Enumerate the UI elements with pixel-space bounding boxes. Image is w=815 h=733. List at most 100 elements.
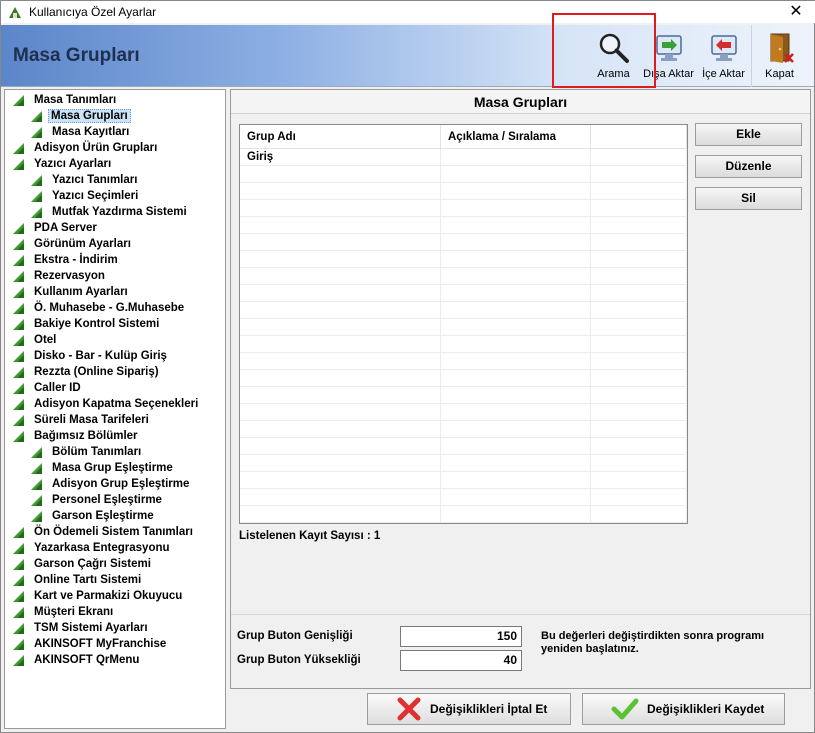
- tree-item[interactable]: Yazıcı Tanımları: [5, 172, 225, 188]
- column-header-extra[interactable]: [591, 125, 687, 148]
- tree-node-triangle-icon: [31, 446, 42, 458]
- table-cell: [441, 336, 591, 352]
- close-button[interactable]: Kapat: [752, 25, 807, 87]
- height-input[interactable]: 40: [400, 650, 522, 671]
- tree-item[interactable]: Ön Ödemeli Sistem Tanımları: [5, 524, 225, 540]
- table-row[interactable]: [240, 336, 687, 353]
- table-row[interactable]: [240, 251, 687, 268]
- tree-node-triangle-icon: [13, 398, 24, 410]
- tree-item[interactable]: Yazarkasa Entegrasyonu: [5, 540, 225, 556]
- tree-item[interactable]: Garson Eşleştirme: [5, 508, 225, 524]
- table-row[interactable]: [240, 370, 687, 387]
- search-button[interactable]: Arama: [586, 25, 641, 87]
- tree-item[interactable]: Bağımsız Bölümler: [5, 428, 225, 444]
- groups-grid[interactable]: Grup Adı Açıklama / Sıralama Giriş: [239, 124, 688, 524]
- tree-item[interactable]: Ö. Muhasebe - G.Muhasebe: [5, 300, 225, 316]
- table-row[interactable]: [240, 438, 687, 455]
- tree-item-label: Adisyon Grup Eşleştirme: [52, 478, 190, 490]
- import-button[interactable]: İçe Aktar: [696, 25, 751, 87]
- import-button-label: İçe Aktar: [702, 68, 745, 80]
- column-header-description[interactable]: Açıklama / Sıralama: [441, 125, 591, 148]
- tree-item[interactable]: Masa Kayıtları: [5, 124, 225, 140]
- table-row[interactable]: [240, 234, 687, 251]
- table-cell: [441, 200, 591, 216]
- tree-item[interactable]: Otel: [5, 332, 225, 348]
- table-cell: [240, 387, 441, 403]
- tree-node-triangle-icon: [13, 222, 24, 234]
- table-row[interactable]: Giriş: [240, 149, 687, 166]
- tree-item[interactable]: Görünüm Ayarları: [5, 236, 225, 252]
- table-row[interactable]: [240, 472, 687, 489]
- table-row[interactable]: [240, 319, 687, 336]
- table-row[interactable]: [240, 506, 687, 523]
- tree-item-label: Caller ID: [34, 382, 81, 394]
- tree-item[interactable]: TSM Sistemi Ayarları: [5, 620, 225, 636]
- table-cell: [591, 387, 687, 403]
- table-cell: [240, 268, 441, 284]
- tree-item[interactable]: Mutfak Yazdırma Sistemi: [5, 204, 225, 220]
- tree-item[interactable]: AKINSOFT QrMenu: [5, 652, 225, 668]
- delete-button[interactable]: Sil: [695, 187, 802, 210]
- table-cell: [240, 336, 441, 352]
- save-changes-button[interactable]: Değişiklikleri Kaydet: [582, 693, 785, 725]
- tree-item[interactable]: Bölüm Tanımları: [5, 444, 225, 460]
- table-row[interactable]: [240, 268, 687, 285]
- tree-item[interactable]: PDA Server: [5, 220, 225, 236]
- table-row[interactable]: [240, 302, 687, 319]
- table-row[interactable]: [240, 489, 687, 506]
- table-row[interactable]: [240, 166, 687, 183]
- table-row[interactable]: [240, 217, 687, 234]
- tree-item[interactable]: Süreli Masa Tarifeleri: [5, 412, 225, 428]
- table-cell: [441, 285, 591, 301]
- cancel-changes-button[interactable]: Değişiklikleri İptal Et: [367, 693, 571, 725]
- tree-node-triangle-icon: [13, 238, 24, 250]
- tree-item[interactable]: Bakiye Kontrol Sistemi: [5, 316, 225, 332]
- tree-item[interactable]: AKINSOFT MyFranchise: [5, 636, 225, 652]
- tree-item[interactable]: Masa Tanımları: [5, 92, 225, 108]
- tree-item[interactable]: Rezzta (Online Sipariş): [5, 364, 225, 380]
- tree-item[interactable]: Masa Grup Eşleştirme: [5, 460, 225, 476]
- tree-item[interactable]: Online Tartı Sistemi: [5, 572, 225, 588]
- tree-item[interactable]: Garson Çağrı Sistemi: [5, 556, 225, 572]
- table-cell: [591, 251, 687, 267]
- edit-button[interactable]: Düzenle: [695, 155, 802, 178]
- table-cell: [591, 421, 687, 437]
- tree-item[interactable]: Caller ID: [5, 380, 225, 396]
- width-input[interactable]: 150: [400, 626, 522, 647]
- tree-item[interactable]: Rezervasyon: [5, 268, 225, 284]
- table-row[interactable]: [240, 455, 687, 472]
- table-cell: [240, 455, 441, 471]
- tree-item[interactable]: Personel Eşleştirme: [5, 492, 225, 508]
- table-row[interactable]: [240, 183, 687, 200]
- tree-node-triangle-icon: [31, 206, 42, 218]
- tree-item[interactable]: Yazıcı Ayarları: [5, 156, 225, 172]
- table-row[interactable]: [240, 200, 687, 217]
- table-cell: [240, 183, 441, 199]
- table-row[interactable]: [240, 353, 687, 370]
- tree-item[interactable]: Adisyon Grup Eşleştirme: [5, 476, 225, 492]
- tree-item[interactable]: Müşteri Ekranı: [5, 604, 225, 620]
- table-row[interactable]: [240, 404, 687, 421]
- table-cell: [240, 353, 441, 369]
- tree-item[interactable]: Disko - Bar - Kulüp Giriş: [5, 348, 225, 364]
- table-row[interactable]: [240, 285, 687, 302]
- column-header-group-name[interactable]: Grup Adı: [240, 125, 441, 148]
- tree-item-label: Rezervasyon: [34, 270, 105, 282]
- table-cell: [240, 421, 441, 437]
- tree-item[interactable]: Adisyon Ürün Grupları: [5, 140, 225, 156]
- tree-item[interactable]: Yazıcı Seçimleri: [5, 188, 225, 204]
- table-row[interactable]: [240, 387, 687, 404]
- table-cell: [240, 319, 441, 335]
- table-row[interactable]: [240, 421, 687, 438]
- export-button[interactable]: Dışa Aktar: [641, 25, 696, 87]
- tree-item[interactable]: Ekstra - İndirim: [5, 252, 225, 268]
- add-button[interactable]: Ekle: [695, 123, 802, 146]
- tree-item[interactable]: Adisyon Kapatma Seçenekleri: [5, 396, 225, 412]
- tree-item[interactable]: Kullanım Ayarları: [5, 284, 225, 300]
- tree-item-label: Masa Grupları: [48, 109, 131, 123]
- button-size-settings: Grup Buton Genişliği 150 Grup Buton Yüks…: [231, 614, 810, 688]
- tree-item[interactable]: Kart ve Parmakizi Okuyucu: [5, 588, 225, 604]
- tree-item-label: Otel: [34, 334, 57, 346]
- window-close-button[interactable]: ✕: [786, 3, 806, 21]
- tree-item[interactable]: Masa Grupları: [5, 108, 225, 124]
